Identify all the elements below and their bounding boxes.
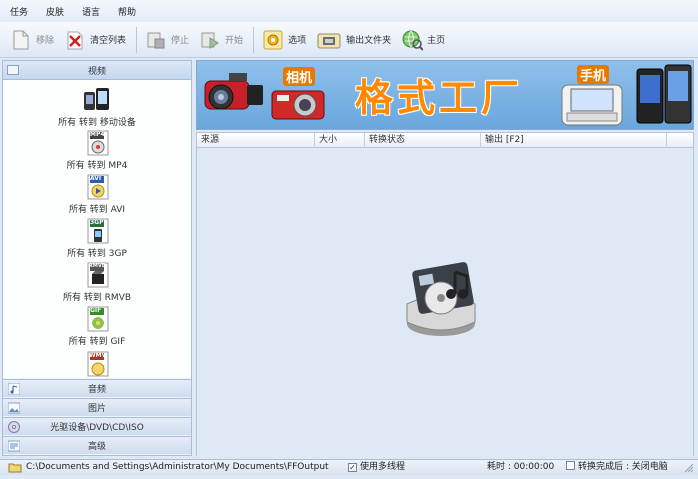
category-picture[interactable]: 图片 bbox=[3, 398, 191, 416]
format-item-mobile[interactable]: 所有 转到 移动设备 bbox=[3, 84, 191, 128]
start-button[interactable]: 开始 bbox=[199, 28, 243, 52]
menu-help[interactable]: 帮助 bbox=[108, 5, 144, 18]
column-size[interactable]: 大小 bbox=[315, 133, 365, 148]
task-list-area[interactable] bbox=[196, 148, 694, 456]
play-icon bbox=[199, 28, 221, 52]
document-icon bbox=[10, 28, 32, 52]
column-source[interactable]: 来源 bbox=[197, 133, 315, 148]
format-item-3gp[interactable]: 3GP 所有 转到 3GP bbox=[3, 218, 191, 260]
toolbar-separator bbox=[253, 26, 255, 53]
format-item-mp4[interactable]: MP4 所有 转到 MP4 bbox=[3, 130, 191, 172]
remove-button[interactable]: 移除 bbox=[10, 28, 54, 52]
multithread-checkbox[interactable]: ✓ 使用多线程 bbox=[348, 460, 405, 475]
elapsed-time: 耗时 : 00:00:00 bbox=[487, 462, 555, 472]
task-table-header: 来源 大小 转换状态 输出 [F2] bbox=[196, 132, 694, 148]
category-dvd-cd-iso[interactable]: 光驱设备\DVD\CD\ISO bbox=[3, 417, 191, 435]
format-item-wmv[interactable]: WMV bbox=[3, 351, 191, 377]
resize-grip-icon[interactable] bbox=[684, 463, 694, 478]
format-item-avi[interactable]: AVI 所有 转到 AVI bbox=[3, 174, 191, 216]
format-factory-logo-icon bbox=[395, 248, 491, 347]
checkmark-icon: ✓ bbox=[348, 463, 357, 472]
output-folder-button[interactable]: 输出文件夹 bbox=[316, 28, 391, 52]
mp4-badge: MP4 bbox=[90, 131, 105, 138]
menu-skin[interactable]: 皮肤 bbox=[36, 5, 72, 18]
stop-icon bbox=[145, 28, 167, 52]
globe-icon bbox=[401, 28, 424, 52]
folder-icon bbox=[316, 28, 342, 52]
home-button[interactable]: 主页 bbox=[401, 28, 445, 52]
app-title: 格式工厂 bbox=[355, 75, 524, 120]
gear-icon bbox=[262, 28, 284, 52]
smartphone-icon bbox=[561, 83, 623, 129]
format-item-rmvb[interactable]: RMVB 所有 转到 RMVB bbox=[3, 262, 191, 304]
rmvb-badge: RMVB bbox=[89, 263, 106, 269]
category-advanced[interactable]: 高级 bbox=[3, 436, 191, 454]
output-path: C:\Documents and Settings\Administrator\… bbox=[26, 462, 329, 472]
sidebar: 视频 所有 转到 移动设备 MP4 所有 转到 MP4 AVI 所有 转到 AV… bbox=[2, 60, 192, 456]
avi-badge: AVI bbox=[90, 175, 102, 182]
gif-badge: GIF bbox=[90, 307, 102, 314]
video-format-list: 所有 转到 移动设备 MP4 所有 转到 MP4 AVI 所有 转到 AVI 3… bbox=[3, 80, 191, 392]
mobile-device-icon bbox=[83, 86, 111, 115]
3gp-badge: 3GP bbox=[90, 219, 104, 226]
banner: 相机 格式工厂 手机 bbox=[196, 60, 694, 130]
category-audio[interactable]: 音频 bbox=[3, 379, 191, 397]
after-convert-option[interactable]: 转换完成后 : 关闭电脑 bbox=[566, 460, 668, 475]
options-button[interactable]: 选项 bbox=[262, 28, 306, 52]
column-output[interactable]: 输出 [F2] bbox=[481, 133, 667, 148]
camcorder-icon bbox=[199, 67, 267, 126]
pda-phone-icon bbox=[635, 63, 693, 129]
status-bar: C:\Documents and Settings\Administrator\… bbox=[0, 459, 698, 475]
menu-task[interactable]: 任务 bbox=[0, 5, 36, 18]
menu-bar: 任务 皮肤 语言 帮助 bbox=[0, 0, 698, 22]
format-item-gif[interactable]: GIF 所有 转到 GIF bbox=[3, 306, 191, 348]
toolbar-separator bbox=[136, 26, 138, 53]
menu-language[interactable]: 语言 bbox=[72, 5, 108, 18]
digital-camera-icon bbox=[271, 87, 325, 124]
clear-list-button[interactable]: 清空列表 bbox=[64, 28, 126, 52]
wmv-badge: WMV bbox=[89, 352, 107, 359]
camera-label: 相机 bbox=[283, 67, 316, 86]
toolbar: 移除 清空列表 停止 开始 选项 输出文件夹 主页 bbox=[0, 22, 698, 58]
stop-button[interactable]: 停止 bbox=[145, 28, 189, 52]
checkbox-icon bbox=[566, 461, 575, 470]
delete-icon bbox=[64, 28, 86, 52]
column-status[interactable]: 转换状态 bbox=[365, 133, 481, 148]
video-category-header[interactable]: 视频 bbox=[3, 61, 191, 80]
phone-label: 手机 bbox=[577, 65, 610, 84]
